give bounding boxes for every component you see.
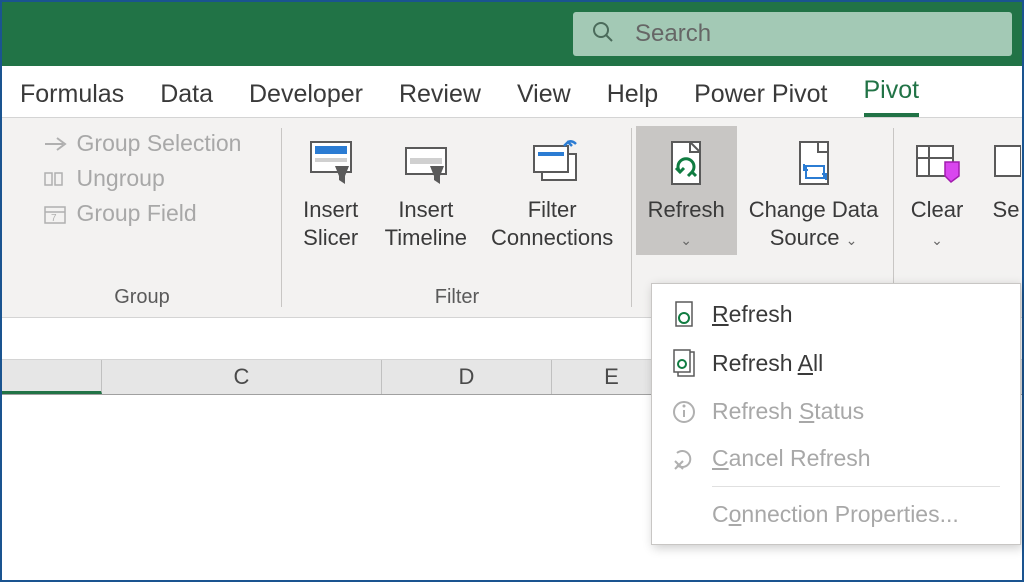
change-data-source-label: Change Data Source [749, 197, 879, 250]
menu-item-refresh-all[interactable]: Refresh All [652, 338, 1020, 388]
refresh-all-icon [670, 348, 698, 378]
clear-label: Clear [911, 197, 964, 222]
filter-connections-icon [524, 132, 580, 192]
tab-powerpivot[interactable]: Power Pivot [694, 80, 827, 117]
menu-connection-props-label: Connection Properties... [712, 501, 959, 528]
clear-icon [911, 132, 963, 192]
menu-cancel-refresh-label: Cancel Refresh [712, 445, 871, 472]
tab-help[interactable]: Help [607, 80, 658, 117]
info-icon [670, 400, 698, 424]
select-label: Se [993, 197, 1020, 222]
refresh-icon [662, 132, 710, 192]
calendar-icon: 7 [43, 203, 69, 225]
menu-item-cancel-refresh: Cancel Refresh [652, 435, 1020, 482]
refresh-label: Refresh [648, 197, 725, 222]
select-button[interactable]: Se [979, 126, 1021, 255]
tab-developer[interactable]: Developer [249, 80, 363, 117]
group-filter-label: Filter [435, 282, 479, 313]
menu-item-refresh[interactable]: Refresh [652, 290, 1020, 338]
timeline-icon [400, 132, 452, 192]
filter-connections-button[interactable]: Filter Connections [479, 126, 625, 255]
tab-formulas[interactable]: Formulas [20, 80, 124, 117]
select-all-corner[interactable] [2, 360, 102, 394]
ungroup-button: Ungroup [43, 165, 242, 192]
arrow-right-icon [43, 134, 69, 154]
filter-connections-label: Filter Connections [491, 196, 613, 251]
menu-item-connection-properties: Connection Properties... [652, 491, 1020, 538]
group-selection-label: Group Selection [77, 130, 242, 157]
tab-view[interactable]: View [517, 80, 571, 117]
search-input[interactable] [635, 20, 994, 48]
tab-review[interactable]: Review [399, 80, 481, 117]
svg-text:7: 7 [51, 213, 57, 224]
insert-timeline-button[interactable]: Insert Timeline [373, 126, 479, 255]
tab-data[interactable]: Data [160, 80, 213, 117]
ungroup-icon [43, 169, 69, 189]
menu-refresh-status-label: Refresh Status [712, 398, 864, 425]
chevron-down-icon: ⌄ [680, 232, 692, 248]
insert-slicer-button[interactable]: Insert Slicer [289, 126, 373, 255]
menu-separator [712, 486, 1000, 487]
select-icon [991, 132, 1021, 192]
tab-pivot[interactable]: Pivot [864, 76, 920, 117]
refresh-icon [670, 300, 698, 328]
group-field-label: Group Field [77, 200, 197, 227]
ungroup-label: Ungroup [77, 165, 165, 192]
column-header-c[interactable]: C [102, 360, 382, 394]
ribbon-group-group: Group Selection Ungroup 7 Group Field Gr… [2, 118, 282, 317]
change-data-source-button[interactable]: Change Data Source ⌄ [737, 126, 891, 255]
ribbon-tabs: Formulas Data Developer Review View Help… [2, 66, 1022, 118]
chevron-down-icon: ⌄ [846, 232, 858, 248]
change-data-source-icon [790, 132, 838, 192]
clear-button[interactable]: Clear ⌄ [895, 126, 979, 255]
group-selection-button: Group Selection [43, 130, 242, 157]
title-bar [2, 2, 1022, 66]
cancel-refresh-icon [670, 447, 698, 471]
menu-item-refresh-status: Refresh Status [652, 388, 1020, 435]
search-box[interactable] [573, 12, 1012, 56]
refresh-button[interactable]: Refresh ⌄ [636, 126, 737, 255]
search-icon [591, 20, 615, 49]
refresh-dropdown-menu: Refresh Refresh All Refresh Status Cance… [651, 283, 1021, 545]
menu-refresh-label: Refresh [712, 301, 793, 328]
group-field-button: 7 Group Field [43, 200, 242, 227]
group-group-label: Group [114, 282, 170, 313]
column-header-d[interactable]: D [382, 360, 552, 394]
insert-slicer-label: Insert Slicer [303, 196, 358, 251]
ribbon-group-filter: Insert Slicer Insert Timeline Filter Con… [282, 118, 632, 317]
chevron-down-icon: ⌄ [931, 232, 943, 248]
menu-refresh-all-label: Refresh All [712, 350, 823, 377]
insert-timeline-label: Insert Timeline [385, 196, 467, 251]
slicer-icon [305, 132, 357, 192]
